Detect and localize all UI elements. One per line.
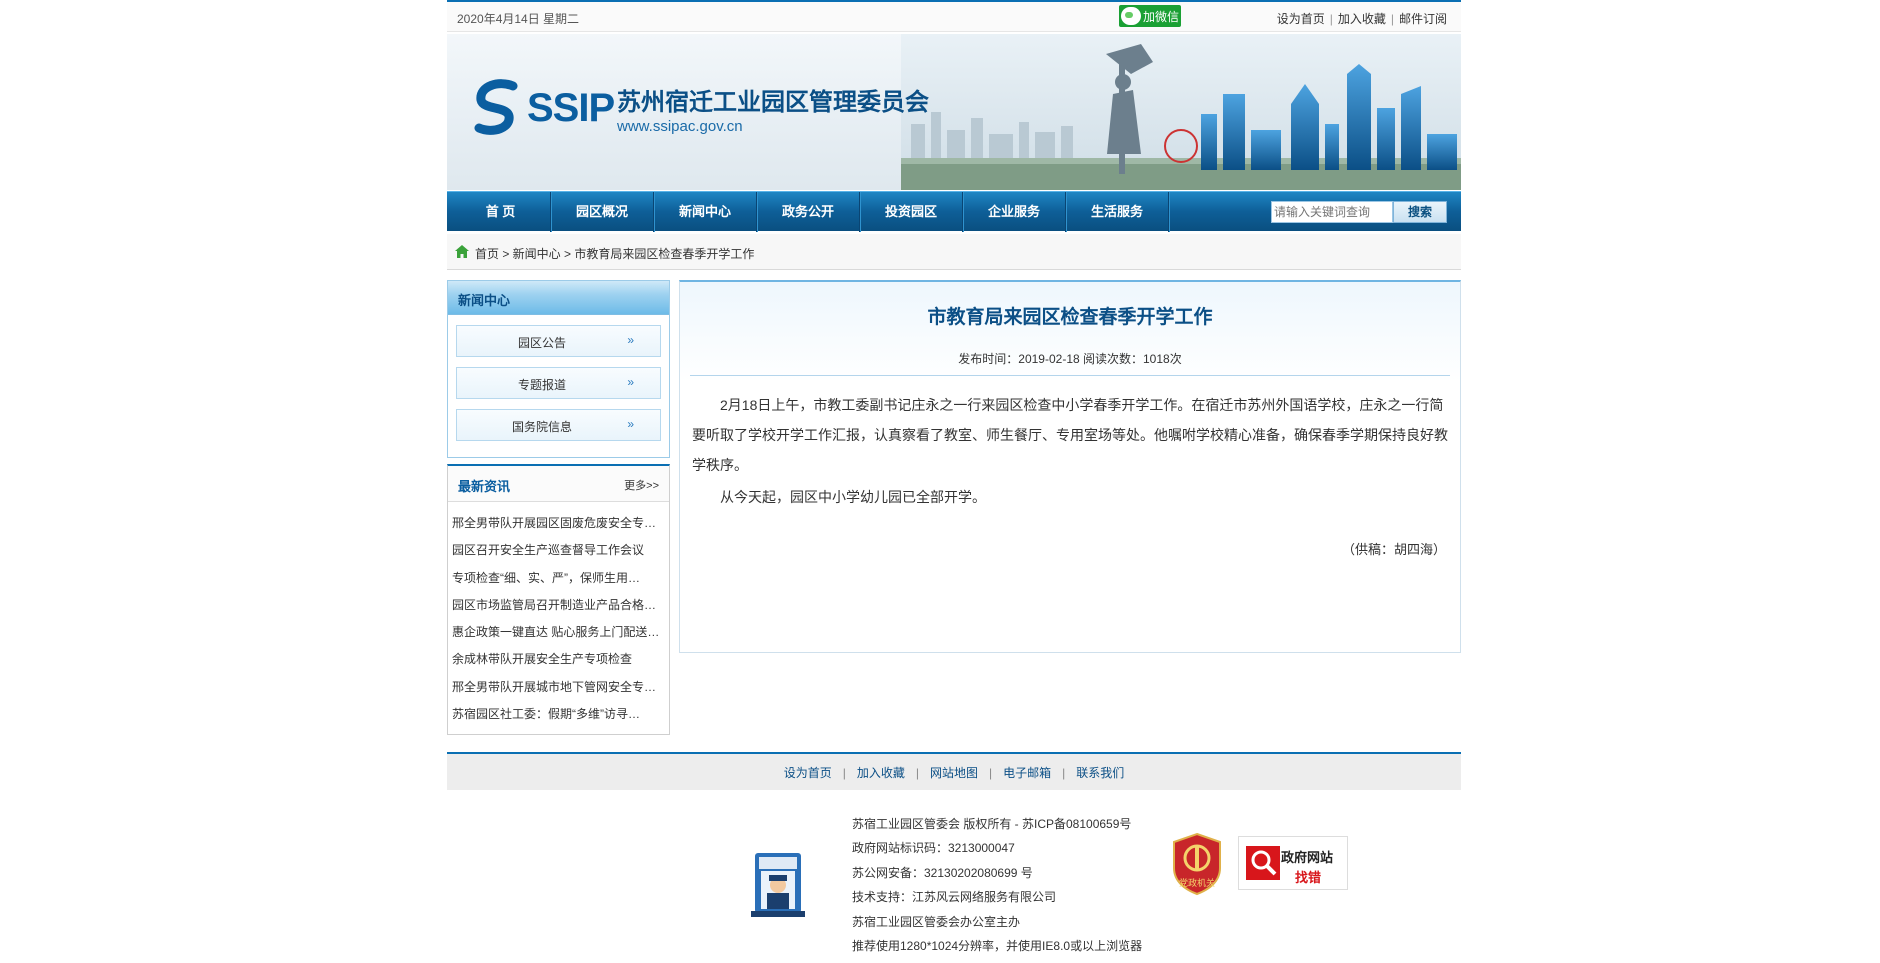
sidebar-title: 新闻中心 <box>458 293 511 308</box>
nav-item-overview[interactable]: 园区概况 <box>551 192 654 232</box>
list-item[interactable]: 余成林带队开展安全生产专项检查 <box>452 646 669 673</box>
email-subscribe-link[interactable]: 邮件订阅 <box>1399 12 1447 26</box>
search-input[interactable] <box>1271 201 1393 223</box>
latest-news-panel: 最新资讯 更多>> 邢全男带队开展园区固废危废安全专… 园区召开安全生产巡查督导… <box>447 464 670 736</box>
top-bar: 2020年4月14日 星期二 加微信 设为首页 | 加入收藏 | 邮件订阅 <box>447 0 1461 32</box>
search-button[interactable]: 搜索 <box>1393 201 1447 223</box>
footer-info: 苏宿工业园区管委会 版权所有 - 苏ICP备08100659号 政府网站标识码：… <box>852 812 1142 958</box>
breadcrumb-text[interactable]: 首页 > 新闻中心 > 市教育局来园区检查春季开学工作 <box>475 245 754 262</box>
latest-news-header: 最新资讯 更多>> <box>448 466 669 502</box>
home-icon <box>455 245 469 258</box>
org-name: 苏州宿迁工业园区管理委员会 <box>617 89 929 116</box>
sidebar-item-label: 园区公告 <box>517 336 566 350</box>
find-error-label: 找错 <box>1295 870 1322 885</box>
list-item[interactable]: 苏宿园区社工委：假期“多维”访寻… <box>452 701 669 728</box>
site-banner: SSIP 苏州宿迁工业园区管理委员会 www.ssipac.gov.cn <box>447 34 1461 190</box>
article-paragraph: 2月18日上午，市教工委副书记庄永之一行来园区检查中小学春季开学工作。在宿迁市苏… <box>692 397 1448 473</box>
tech-support-text: 技术支持：江苏风云网络服务有限公司 <box>852 890 1057 905</box>
nav-item-government[interactable]: 政务公开 <box>757 192 860 232</box>
footer-link-set-homepage[interactable]: 设为首页 <box>784 766 832 780</box>
article-source: （供稿：胡四海） <box>1341 542 1446 557</box>
divider: | <box>915 766 919 780</box>
search-box: 搜索 <box>1271 201 1447 223</box>
footer-link-contact[interactable]: 联系我们 <box>1076 766 1124 780</box>
breadcrumb: 首页 > 新闻中心 > 市教育局来园区检查春季开学工作 <box>447 234 1461 270</box>
sidebar-item-special-reports[interactable]: 专题报道 » <box>456 367 661 399</box>
list-item[interactable]: 专项检查“细、实、严”，保师生用… <box>452 565 669 592</box>
magnifier-icon <box>1246 846 1280 880</box>
police-record-text: 苏公网安备：32130202080699 号 <box>852 865 1033 880</box>
more-link[interactable]: 更多>> <box>624 477 659 493</box>
ssip-logo-text: SSIP <box>527 85 615 130</box>
list-item[interactable]: 邢全男带队开展城市地下管网安全专… <box>452 674 669 701</box>
divider: | <box>1390 12 1394 26</box>
sidebar-news-center: 新闻中心 园区公告 » 专题报道 » 国务院信息 » <box>447 280 670 458</box>
nav-item-news[interactable]: 新闻中心 <box>654 192 757 232</box>
footer-link-add-favorite[interactable]: 加入收藏 <box>857 766 905 780</box>
sidebar-item-label: 国务院信息 <box>511 420 572 434</box>
list-item[interactable]: 惠企政策一键直达 贴心服务上门配送… <box>452 619 669 646</box>
current-date: 2020年4月14日 星期二 <box>457 12 580 26</box>
latest-news-title: 最新资讯 <box>458 479 511 494</box>
gov-site-label: 政府网站 <box>1281 850 1334 865</box>
top-links: 设为首页 | 加入收藏 | 邮件订阅 <box>1277 10 1447 27</box>
footer-link-sitemap[interactable]: 网站地图 <box>930 766 978 780</box>
gov-site-error-report-badge[interactable]: 政府网站 找错 <box>1238 836 1348 890</box>
cyber-police-icon[interactable] <box>747 847 809 919</box>
divider: | <box>989 766 993 780</box>
main-nav: 首 页 园区概况 新闻中心 政务公开 投资园区 企业服务 生活服务 搜索 <box>447 191 1461 232</box>
sponsor-text: 苏宿工业园区管委会办公室主办 <box>852 914 1021 929</box>
footer-links-bar: 设为首页 | 加入收藏 | 网站地图 | 电子邮箱 | 联系我们 <box>447 752 1461 790</box>
sidebar-item-announcements[interactable]: 园区公告 » <box>456 325 661 357</box>
party-badge-label: 党政机关 <box>1179 877 1215 889</box>
site-id-text: 政府网站标识码：3213000047 <box>852 841 1015 856</box>
footer-link-email[interactable]: 电子邮箱 <box>1003 766 1051 780</box>
set-homepage-link[interactable]: 设为首页 <box>1277 12 1325 26</box>
list-item[interactable]: 园区市场监管局召开制造业产品合格… <box>452 592 669 619</box>
add-favorite-link[interactable]: 加入收藏 <box>1338 12 1386 26</box>
ssip-logo-mark-icon <box>474 79 518 135</box>
article-title: 市教育局来园区检查春季开学工作 <box>927 307 1213 328</box>
divider: | <box>842 766 846 780</box>
sidebar-item-state-council-info[interactable]: 国务院信息 » <box>456 409 661 441</box>
article-meta: 发布时间：2019-02-18 阅读次数：1018次 <box>958 352 1182 366</box>
nav-item-life[interactable]: 生活服务 <box>1066 192 1169 232</box>
city-skyline-image <box>901 34 1461 190</box>
copyright-text: 苏宿工业园区管委会 版权所有 - 苏ICP备08100659号 <box>852 817 1132 831</box>
party-government-badge-icon[interactable]: 党政机关 <box>1170 832 1224 896</box>
list-item[interactable]: 邢全男带队开展园区固废危废安全专… <box>452 510 669 537</box>
browser-recommendation-text: 推荐使用1280*1024分辨率，并使用IE8.0或以上浏览器 <box>852 939 1143 954</box>
wechat-button[interactable]: 加微信 <box>1119 5 1181 27</box>
wechat-icon <box>1121 7 1141 25</box>
sidebar-header: 新闻中心 <box>448 281 669 315</box>
article-panel: 市教育局来园区检查春季开学工作 发布时间：2019-02-18 阅读次数：101… <box>679 280 1461 653</box>
article-paragraph: 从今天起，园区中小学幼儿园已全部开学。 <box>720 489 986 505</box>
double-chevron-right-icon: » <box>627 375 634 389</box>
divider: | <box>1062 766 1066 780</box>
divider: | <box>1329 12 1333 26</box>
sidebar-item-label: 专题报道 <box>517 378 566 392</box>
site-url: www.ssipac.gov.cn <box>617 118 743 135</box>
divider <box>690 375 1450 376</box>
nav-item-home[interactable]: 首 页 <box>451 192 551 232</box>
wechat-label: 加微信 <box>1143 9 1180 24</box>
double-chevron-right-icon: » <box>627 333 634 347</box>
list-item[interactable]: 园区召开安全生产巡查督导工作会议 <box>452 537 669 564</box>
double-chevron-right-icon: » <box>627 417 634 431</box>
nav-item-investment[interactable]: 投资园区 <box>860 192 963 232</box>
ssip-logo[interactable]: SSIP <box>473 78 615 138</box>
nav-item-enterprise[interactable]: 企业服务 <box>963 192 1066 232</box>
